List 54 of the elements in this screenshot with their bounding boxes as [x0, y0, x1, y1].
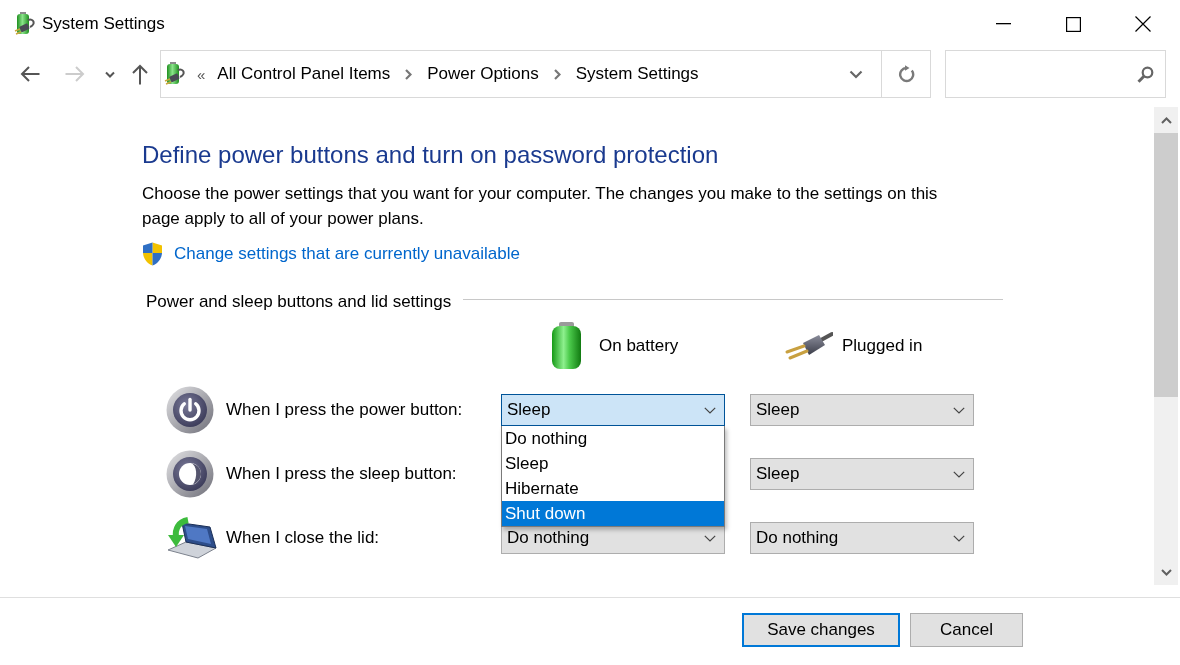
- shield-icon: [142, 242, 163, 266]
- dialog-button[interactable]: Save changes: [742, 613, 900, 647]
- setting-label: When I press the sleep button:: [226, 464, 458, 484]
- address-bar[interactable]: « All Control Panel Items Power Options System Settings: [160, 50, 882, 98]
- power-plug-icon: [785, 331, 833, 361]
- scroll-thumb[interactable]: [1154, 133, 1178, 397]
- dropdown-option[interactable]: Shut down: [502, 501, 724, 526]
- dropdown[interactable]: Do nothing: [750, 522, 974, 554]
- dropdown-option[interactable]: Sleep: [502, 451, 724, 476]
- chevron-down-icon: [704, 534, 716, 542]
- description-text: Choose the power settings that you want for your computer. The changes you make to the settings on this page apply to all of your power plans.: [142, 183, 939, 230]
- column-header: Plugged in: [842, 336, 923, 356]
- battery-plug-icon: [14, 12, 36, 36]
- column-header: On battery: [599, 336, 679, 356]
- chevron-down-icon: [953, 406, 965, 414]
- back-arrow-icon[interactable]: [20, 65, 40, 83]
- chevron-right-icon[interactable]: [405, 68, 413, 80]
- search-icon[interactable]: [1137, 65, 1154, 83]
- moon-button-icon: [166, 450, 214, 498]
- refresh-button[interactable]: [882, 50, 931, 98]
- dropdown[interactable]: Sleep: [750, 458, 974, 490]
- breadcrumb-item[interactable]: All Control Panel Items: [217, 64, 391, 84]
- battery-plug-icon: [164, 62, 186, 86]
- search-field[interactable]: [945, 50, 1166, 98]
- chevron-down-icon: [953, 534, 965, 542]
- dialog-button[interactable]: Cancel: [910, 613, 1023, 647]
- chevron-down-icon[interactable]: [849, 69, 863, 79]
- setting-label: When I press the power button:: [226, 400, 464, 420]
- breadcrumb-item[interactable]: Power Options: [427, 64, 539, 84]
- chevron-down-icon: [704, 406, 716, 414]
- close-icon[interactable]: [1135, 16, 1151, 32]
- page-heading: Define power buttons and turn on password protection: [142, 140, 720, 170]
- laptop-arrow-icon: [166, 517, 218, 559]
- admin-settings-link[interactable]: Change settings that are currently unavailable: [174, 244, 520, 264]
- scrollbar[interactable]: [1154, 107, 1178, 585]
- dropdown[interactable]: Sleep: [501, 394, 725, 426]
- breadcrumb-overflow[interactable]: «: [197, 65, 206, 83]
- breadcrumb-item[interactable]: System Settings: [575, 64, 699, 84]
- minimize-icon[interactable]: [995, 23, 1011, 25]
- chevron-down-icon: [953, 470, 965, 478]
- scroll-up-icon[interactable]: [1160, 116, 1172, 124]
- window-title: System Settings: [42, 14, 165, 34]
- up-arrow-icon[interactable]: [131, 63, 149, 85]
- chevron-right-icon[interactable]: [553, 68, 561, 80]
- scroll-down-icon[interactable]: [1160, 568, 1172, 576]
- power-button-icon: [166, 386, 214, 434]
- dropdown[interactable]: Sleep: [750, 394, 974, 426]
- caret-down-icon[interactable]: [105, 70, 115, 78]
- dropdown-option[interactable]: Do nothing: [502, 426, 724, 451]
- dropdown-option[interactable]: Hibernate: [502, 476, 724, 501]
- setting-label: When I close the lid:: [226, 528, 381, 548]
- maximize-icon[interactable]: [1065, 16, 1081, 32]
- refresh-icon: [897, 65, 915, 83]
- section-title: Power and sleep buttons and lid settings: [146, 292, 452, 312]
